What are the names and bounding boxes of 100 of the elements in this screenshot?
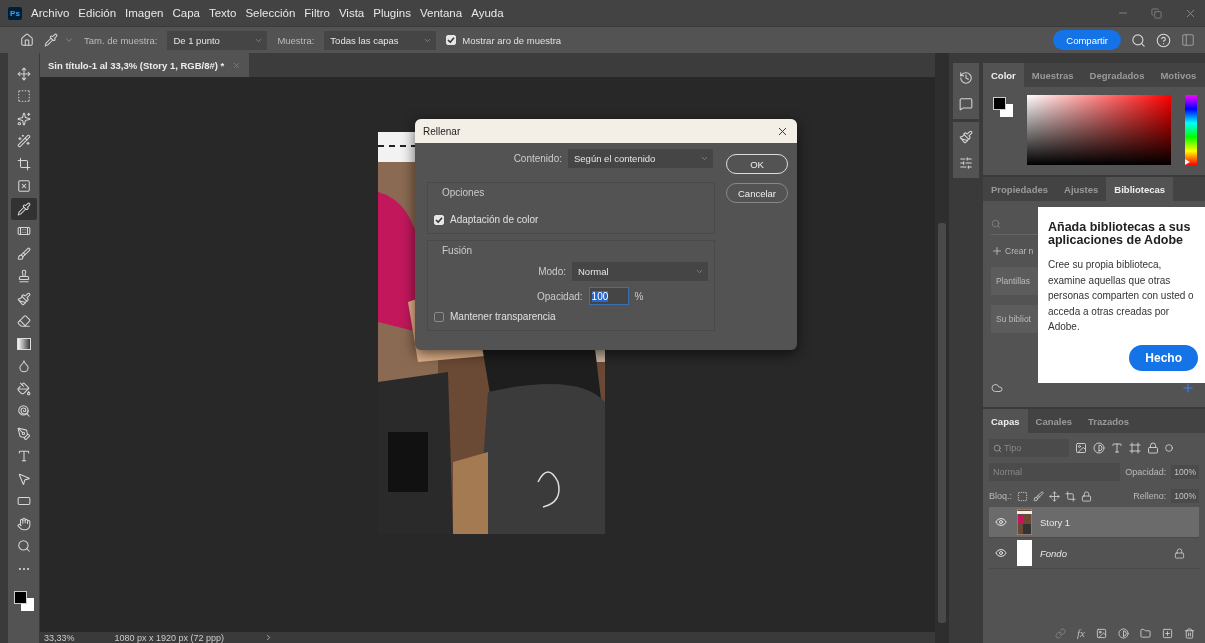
share-button[interactable]: Compartir xyxy=(1053,30,1121,50)
sample-size-select[interactable]: De 1 punto xyxy=(167,30,268,50)
menu-item[interactable]: Ayuda xyxy=(471,7,504,19)
content-select[interactable]: Según el contenido xyxy=(568,149,713,168)
panel-tab[interactable]: Trazados xyxy=(1079,409,1138,433)
eye-icon[interactable] xyxy=(995,516,1007,528)
eyedropper-icon[interactable] xyxy=(16,201,31,216)
panel-tab[interactable]: Bibliotecas xyxy=(1106,177,1174,201)
done-button[interactable]: Hecho xyxy=(1129,344,1198,371)
pointer-icon[interactable] xyxy=(16,471,31,486)
home-icon[interactable] xyxy=(20,33,34,47)
menu-item[interactable]: Ventana xyxy=(419,7,463,19)
droplet-icon[interactable] xyxy=(16,359,31,374)
panel-tab[interactable]: Capas xyxy=(983,409,1028,433)
menu-item[interactable]: Texto xyxy=(208,7,237,19)
folder-icon[interactable] xyxy=(1140,627,1151,639)
trash-icon[interactable] xyxy=(1184,627,1195,639)
brush-settings-icon[interactable] xyxy=(959,130,973,144)
tool-button[interactable] xyxy=(10,198,37,220)
panel-tab[interactable]: Ajustes xyxy=(1056,177,1107,201)
pen-icon[interactable] xyxy=(16,426,31,441)
dashed-square-icon[interactable] xyxy=(16,89,31,104)
paintbrush-icon[interactable] xyxy=(16,291,31,306)
opacity-field[interactable]: 100% xyxy=(1171,465,1199,479)
adjustment-icon[interactable] xyxy=(1118,627,1129,639)
menu-item[interactable]: Plugins xyxy=(373,7,411,19)
history-icon[interactable] xyxy=(959,71,973,85)
document-tab[interactable]: Sin título-1 al 33,3% (Story 1, RGB/8#) * xyxy=(40,53,250,77)
zoom-level: 33,33% xyxy=(44,632,75,643)
eyedropper-icon[interactable] xyxy=(44,33,58,47)
crop-icon[interactable] xyxy=(16,156,31,171)
hand-icon[interactable] xyxy=(16,516,31,531)
adjustment-filter-icon[interactable] xyxy=(1093,442,1105,454)
hue-slider[interactable] xyxy=(1184,95,1197,165)
shape-filter-icon[interactable] xyxy=(1129,442,1141,454)
menu-item[interactable]: Selección xyxy=(245,7,296,19)
comment-icon[interactable] xyxy=(959,97,973,111)
panel-tab[interactable]: Propiedades xyxy=(983,177,1057,201)
eraser-icon[interactable] xyxy=(16,314,31,329)
panel-tab[interactable]: Canales xyxy=(1027,409,1080,433)
create-library-label[interactable]: Crear n xyxy=(1005,246,1034,256)
opacity-field[interactable]: 100 xyxy=(588,287,629,305)
slider-thumb[interactable] xyxy=(1184,158,1190,165)
layer-row[interactable]: Story 1 xyxy=(989,507,1199,538)
paint-bucket-icon[interactable] xyxy=(16,381,31,396)
checkbox-label: Mantener transparencia xyxy=(450,311,556,322)
type-icon[interactable] xyxy=(16,449,31,464)
panel-tab[interactable]: Color xyxy=(983,63,1024,87)
layer-name: Fondo xyxy=(1040,547,1068,559)
plus-icon[interactable] xyxy=(991,245,1003,257)
wand-icon[interactable] xyxy=(16,134,31,149)
menu-item[interactable]: Vista xyxy=(338,7,365,19)
type-filter-icon[interactable] xyxy=(1111,442,1123,454)
menu-item[interactable]: Filtro xyxy=(304,7,330,19)
brush-icon[interactable] xyxy=(16,246,31,261)
lock-pixels-icon[interactable] xyxy=(1017,490,1028,502)
menu-item[interactable]: Archivo xyxy=(31,7,70,19)
new-layer-icon[interactable] xyxy=(1162,627,1173,639)
sparkle-icon[interactable] xyxy=(16,111,31,126)
lock-all-icon[interactable] xyxy=(1081,490,1092,502)
lock-brush-icon[interactable] xyxy=(1033,490,1044,502)
document-size: 1080 px x 1920 px (72 ppp) xyxy=(114,632,225,643)
app-logo: Ps xyxy=(8,6,22,20)
menu-item[interactable]: Edición xyxy=(78,7,117,19)
field-label: Modo: xyxy=(538,266,566,277)
image-filter-icon[interactable] xyxy=(1075,442,1087,454)
lock-move-icon[interactable] xyxy=(1049,490,1060,502)
tip-text: Cree su propia biblioteca, examine aquellas que otras personas comparten con usted o acceda a otras creadas por Adobe. xyxy=(1048,258,1195,335)
eye-icon[interactable] xyxy=(995,547,1007,559)
sliders-icon[interactable] xyxy=(959,156,973,170)
stamp-icon[interactable] xyxy=(16,269,31,284)
chevron-down-icon xyxy=(695,267,704,276)
lock-filter-icon[interactable] xyxy=(1147,442,1159,454)
sample-select[interactable]: Todas las capas xyxy=(324,30,437,50)
add-icon[interactable] xyxy=(1181,381,1195,395)
fill-field[interactable]: 100% xyxy=(1171,489,1199,503)
move-icon[interactable] xyxy=(16,66,31,81)
frame-icon[interactable] xyxy=(16,179,31,194)
menu-item[interactable]: Imagen xyxy=(125,7,164,19)
scrollbar[interactable] xyxy=(935,53,949,643)
lock-label: Bloq.: xyxy=(989,491,1012,501)
zoom-icon[interactable] xyxy=(16,539,31,554)
color-field[interactable] xyxy=(1027,95,1171,165)
mode-select[interactable]: Normal xyxy=(572,262,708,281)
checkbox[interactable] xyxy=(434,311,444,322)
effects-button[interactable]: fx xyxy=(1077,627,1085,639)
lollipop-icon[interactable] xyxy=(16,404,31,419)
search-icon[interactable] xyxy=(1131,32,1146,48)
gradient-icon[interactable] xyxy=(16,337,31,350)
field-label: Opacidad: xyxy=(537,290,583,302)
layer-name: Story 1 xyxy=(1040,516,1072,528)
help-icon[interactable] xyxy=(1156,32,1171,48)
panel-tab[interactable]: Muestras xyxy=(1023,63,1082,87)
panel-tab[interactable]: Motivos xyxy=(1152,63,1205,87)
menu-item[interactable]: Capa xyxy=(172,7,200,19)
panel-tab[interactable]: Degradados xyxy=(1081,63,1153,87)
filter-toggle-icon[interactable] xyxy=(1165,444,1173,452)
layer-thumbnail xyxy=(1017,540,1032,566)
layer-row[interactable]: Fondo xyxy=(989,538,1199,569)
opacity-label: Opacidad: xyxy=(1125,467,1167,477)
